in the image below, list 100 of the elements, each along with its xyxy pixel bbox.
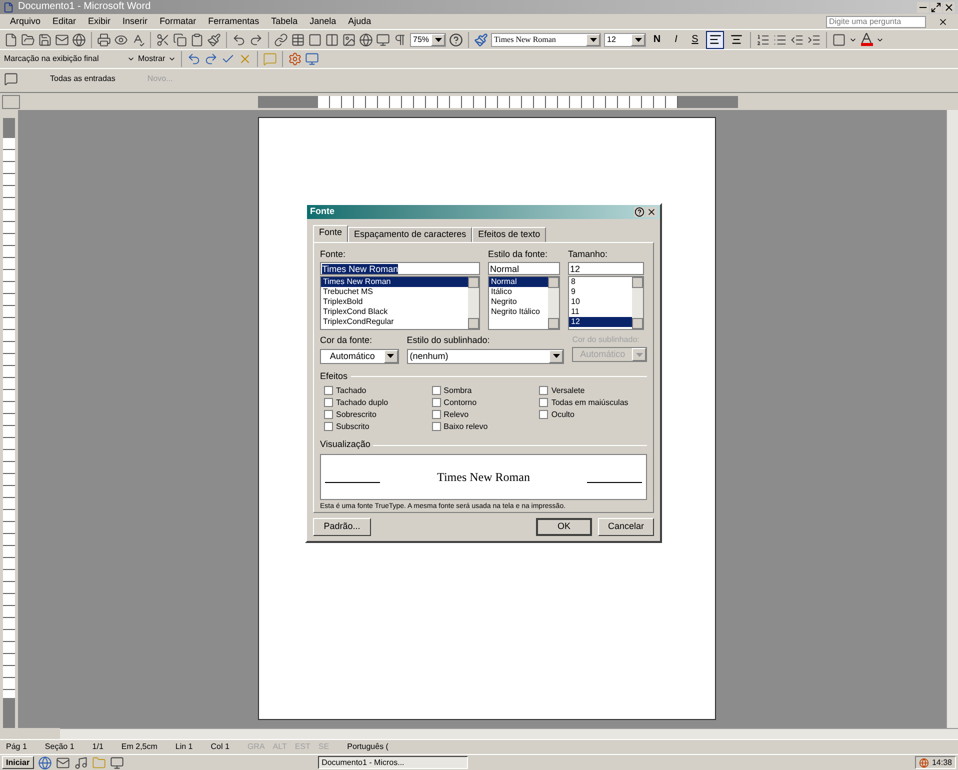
font-size-field[interactable]: 12	[568, 262, 644, 276]
taskbar-window-button[interactable]: Documento1 - Micros...	[318, 756, 468, 769]
menu-item[interactable]: Inserir	[122, 16, 148, 27]
dialog-tab[interactable]: Espaçamento de caracteres	[348, 226, 472, 242]
close-icon[interactable]	[646, 206, 657, 217]
maximize-icon[interactable]	[930, 2, 942, 12]
new-document-icon[interactable]	[4, 32, 18, 46]
link-icon[interactable]	[274, 32, 288, 46]
list-item[interactable]: Times New Roman	[321, 277, 468, 288]
entries-menu[interactable]: Todas as entradas	[50, 72, 116, 84]
underline-style-dropdown[interactable]: (nenhum)	[406, 348, 564, 364]
vertical-scrollbar[interactable]	[946, 110, 958, 728]
frame-icon[interactable]	[308, 32, 322, 46]
save-icon[interactable]	[38, 32, 52, 46]
list-item[interactable]: TriplexCondRegular	[321, 317, 468, 328]
numbered-list-icon[interactable]	[756, 32, 770, 46]
globe-icon[interactable]	[359, 32, 373, 46]
cut-icon[interactable]	[156, 32, 170, 46]
comment-icon[interactable]	[4, 72, 18, 86]
monitor-icon[interactable]	[305, 52, 320, 66]
spellcheck-icon[interactable]	[131, 32, 145, 46]
checkbox[interactable]	[432, 422, 441, 432]
checkbox[interactable]	[539, 386, 548, 396]
list-item[interactable]: 9	[569, 287, 632, 298]
checkbox[interactable]	[324, 398, 333, 408]
monitor-icon[interactable]	[376, 32, 390, 46]
list-item[interactable]: 10	[569, 297, 632, 308]
menu-item[interactable]: Janela	[310, 16, 336, 27]
minimize-icon[interactable]	[917, 2, 929, 12]
redo-icon[interactable]	[249, 32, 263, 46]
copy-icon[interactable]	[173, 32, 187, 46]
folder-icon[interactable]	[21, 32, 35, 46]
close-icon[interactable]	[938, 16, 948, 26]
caret-icon[interactable]	[127, 55, 135, 63]
paste-icon[interactable]	[190, 32, 204, 46]
list-item[interactable]: 12	[569, 317, 632, 328]
menu-item[interactable]: Arquivo	[10, 16, 41, 27]
display-field[interactable]: Marcação na exibição final	[4, 52, 124, 66]
checkbox[interactable]	[324, 422, 333, 432]
indent-icon[interactable]	[807, 32, 821, 46]
list-item[interactable]: TriplexCond Black	[321, 307, 468, 318]
list-item[interactable]: Trebuchet MS	[321, 287, 468, 298]
globe-icon[interactable]	[38, 756, 52, 770]
mail-icon[interactable]	[56, 756, 70, 770]
menu-item[interactable]: Formatar	[160, 16, 196, 27]
pilcrow-icon[interactable]	[393, 32, 407, 46]
music-icon[interactable]	[74, 756, 88, 770]
list-item[interactable]: 8	[569, 277, 632, 288]
menu-item[interactable]: Ajuda	[348, 16, 372, 27]
menu-item[interactable]: Editar	[52, 16, 76, 27]
caret-icon[interactable]	[168, 55, 176, 63]
cancel-button[interactable]: Cancelar	[598, 518, 654, 536]
help-icon[interactable]	[449, 32, 463, 46]
monitor-icon[interactable]	[110, 756, 124, 770]
font-name-field[interactable]: Times New Roman	[320, 262, 480, 276]
list-item[interactable]: Negrito Itálico	[489, 307, 548, 318]
list-item[interactable]: Negrito	[489, 297, 548, 308]
list-item[interactable]: Itálico	[489, 287, 548, 298]
list-item[interactable]: TriplexBold	[321, 297, 468, 308]
checkbox[interactable]	[539, 398, 548, 408]
printer-icon[interactable]	[97, 32, 111, 46]
ok-button[interactable]: OK	[536, 518, 592, 536]
format-button[interactable]: N	[649, 32, 665, 48]
zoom-field[interactable]: 75%	[410, 32, 446, 46]
style-icon[interactable]	[474, 32, 488, 46]
font-size-field[interactable]: 12	[604, 32, 646, 46]
font-field[interactable]: Times New Roman	[491, 32, 601, 46]
mail-icon[interactable]	[55, 32, 69, 46]
checkbox[interactable]	[539, 410, 548, 420]
show-menu[interactable]: Mostrar	[138, 53, 166, 65]
scrollbar[interactable]	[632, 277, 643, 330]
align-left-button[interactable]	[706, 30, 724, 48]
tab-selector[interactable]	[2, 94, 20, 108]
font-color-dropdown[interactable]: Automático	[320, 348, 399, 364]
menu-item[interactable]: Exibir	[88, 16, 111, 27]
checkbox[interactable]	[324, 386, 333, 396]
border-icon[interactable]	[832, 32, 846, 46]
image-icon[interactable]	[342, 32, 356, 46]
table-icon[interactable]	[291, 32, 305, 46]
scrollbar[interactable]	[468, 277, 479, 330]
dialog-tab[interactable]: Efeitos de texto	[472, 226, 546, 242]
close-icon[interactable]	[943, 2, 955, 12]
format-button[interactable]: S	[687, 32, 703, 48]
checkbox[interactable]	[432, 398, 441, 408]
outdent-icon[interactable]	[790, 32, 804, 46]
scrollbar[interactable]	[548, 277, 559, 330]
menu-item[interactable]: Ferramentas	[208, 16, 260, 27]
checkbox[interactable]	[432, 386, 441, 396]
checkbox[interactable]	[432, 410, 441, 420]
horizontal-scrollbar[interactable]	[60, 728, 958, 739]
menu-item[interactable]: Tabela	[271, 16, 298, 27]
default-button[interactable]: Padrão...	[313, 518, 371, 536]
help-icon[interactable]	[634, 206, 645, 217]
font-style-field[interactable]: Normal	[488, 262, 560, 276]
format-button[interactable]: I	[668, 32, 684, 48]
columns-icon[interactable]	[325, 32, 339, 46]
horizontal-ruler[interactable]	[258, 96, 738, 108]
list-item[interactable]: 11	[569, 307, 632, 318]
previous-change-icon[interactable]	[187, 52, 202, 66]
globe-icon[interactable]	[918, 758, 929, 768]
